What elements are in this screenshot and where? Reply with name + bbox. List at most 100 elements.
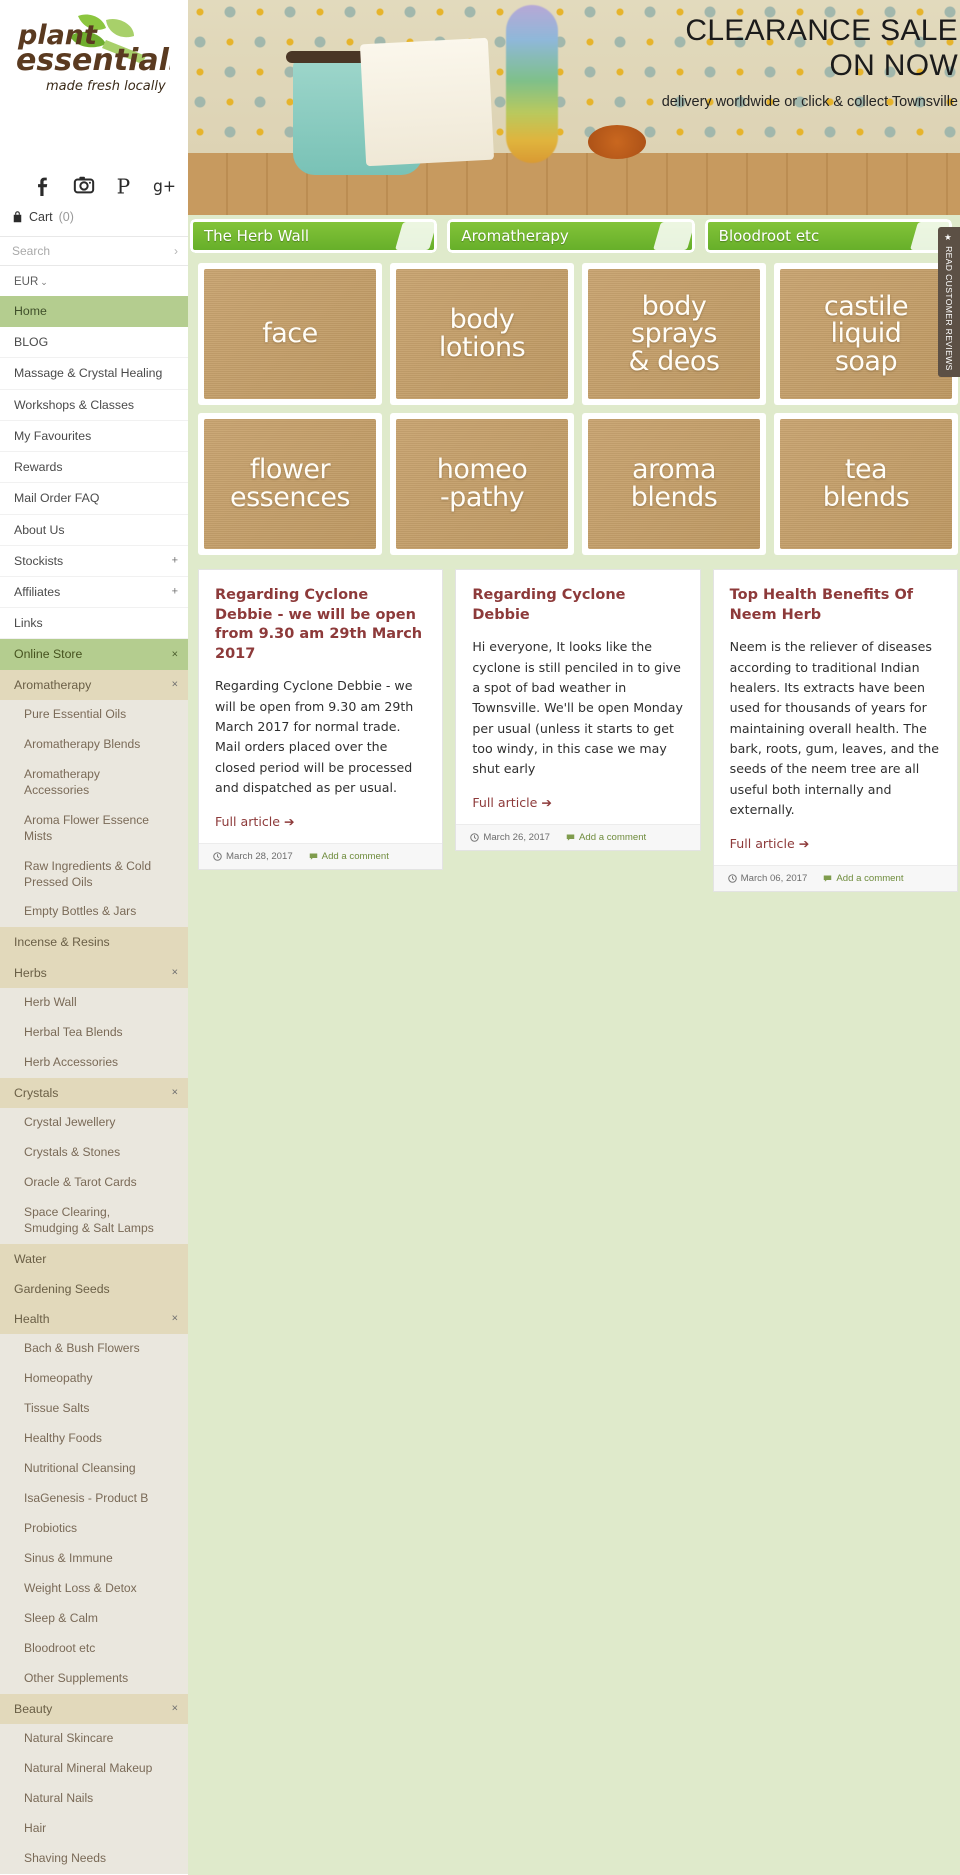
add-comment-link[interactable]: Add a comment	[309, 851, 389, 862]
sidebar-item-empty-bottles-jars[interactable]: Empty Bottles & Jars	[0, 897, 188, 928]
blog-post-title[interactable]: Top Health Benefits Of Neem Herb	[730, 586, 941, 625]
blog-post-excerpt: Regarding Cyclone Debbie - we will be op…	[215, 678, 414, 796]
tab-aromatherapy[interactable]: Aromatherapy	[447, 219, 695, 253]
sidebar-item-about-us[interactable]: About Us	[0, 514, 188, 546]
currency-selector[interactable]: EUR ⌄	[0, 266, 188, 296]
category-tile[interactable]: tea blends	[774, 413, 958, 555]
sidebar-item-links[interactable]: Links	[0, 608, 188, 640]
blog-post-title[interactable]: Regarding Cyclone Debbie	[472, 586, 683, 625]
search-bar[interactable]: ›	[0, 236, 188, 266]
sidebar-item-workshops-classes[interactable]: Workshops & Classes	[0, 389, 188, 421]
read-customer-reviews-tab[interactable]: ★ READ CUSTOMER REVIEWS	[938, 227, 960, 377]
sidebar-item-my-favourites[interactable]: My Favourites	[0, 420, 188, 453]
collapse-icon[interactable]: ×	[172, 1312, 178, 1327]
full-article-link[interactable]: Full article ➔	[215, 814, 295, 829]
sidebar-item-beauty[interactable]: Beauty ×	[0, 1693, 188, 1725]
sidebar-item-label: Healthy Foods	[24, 1431, 102, 1446]
sidebar-item-blog[interactable]: BLOG	[0, 327, 188, 359]
add-comment-link[interactable]: Add a comment	[566, 832, 646, 843]
expand-icon[interactable]: +	[172, 554, 178, 569]
sidebar-item-online-store[interactable]: Online Store ×	[0, 639, 188, 670]
sidebar-item-tissue-salts[interactable]: Tissue Salts	[0, 1394, 188, 1425]
blog-post-title[interactable]: Regarding Cyclone Debbie - we will be op…	[215, 586, 426, 664]
sidebar-item-sinus-immune[interactable]: Sinus & Immune	[0, 1544, 188, 1574]
sidebar-item-water[interactable]: Water	[0, 1243, 188, 1274]
sidebar-item-crystal-jewellery[interactable]: Crystal Jewellery	[0, 1107, 188, 1138]
sidebar-item-aromatherapy-accessories[interactable]: Aromatherapy Accessories	[0, 759, 188, 806]
page-layout: plant essentials made fresh locally P g+	[0, 0, 960, 1875]
sidebar-item-health[interactable]: Health ×	[0, 1304, 188, 1335]
add-comment-link[interactable]: Add a comment	[823, 873, 904, 884]
sidebar-item-crystals-stones[interactable]: Crystals & Stones	[0, 1137, 188, 1168]
sidebar-item-herb-wall[interactable]: Herb Wall	[0, 987, 188, 1018]
hero-banner[interactable]: CLEARANCE SALE ON NOW delivery worldwide…	[188, 0, 960, 215]
sidebar-item-bloodroot-etc[interactable]: Bloodroot etc	[0, 1633, 188, 1664]
cart-link[interactable]: Cart (0)	[0, 206, 188, 236]
instagram-icon[interactable]	[73, 174, 95, 196]
category-tile[interactable]: body sprays & deos	[582, 263, 766, 405]
sidebar-item-hair[interactable]: Hair	[0, 1813, 188, 1844]
collapse-icon[interactable]: ×	[172, 965, 178, 980]
sidebar-item-natural-nails[interactable]: Natural Nails	[0, 1783, 188, 1814]
sidebar-item-natural-skincare[interactable]: Natural Skincare	[0, 1724, 188, 1754]
tab-bloodroot-etc[interactable]: Bloodroot etc	[704, 219, 952, 253]
facebook-icon[interactable]	[33, 174, 55, 196]
collapse-icon[interactable]: ×	[172, 647, 178, 662]
category-tile[interactable]: aroma blends	[582, 413, 766, 555]
sidebar-item-sleep-calm[interactable]: Sleep & Calm	[0, 1603, 188, 1634]
sidebar-item-shaving-needs[interactable]: Shaving Needs	[0, 1843, 188, 1874]
sidebar-item-aromatherapy-blends[interactable]: Aromatherapy Blends	[0, 729, 188, 760]
collapse-icon[interactable]: ×	[172, 677, 178, 692]
sidebar-item-gardening-seeds[interactable]: Gardening Seeds	[0, 1273, 188, 1305]
category-tile[interactable]: face	[198, 263, 382, 405]
blog-post-card[interactable]: Regarding Cyclone Debbie - we will be op…	[198, 569, 444, 870]
collapse-icon[interactable]: ×	[172, 1702, 178, 1717]
pinterest-icon[interactable]: P	[113, 174, 135, 196]
sidebar-item-raw-ingredients-cold-pressed-oils[interactable]: Raw Ingredients & Cold Pressed Oils	[0, 851, 188, 898]
sidebar-item-pure-essential-oils[interactable]: Pure Essential Oils	[0, 699, 188, 730]
sidebar-item-isagenesis-product-b[interactable]: IsaGenesis - Product B	[0, 1484, 188, 1515]
blog-post-footer: March 28, 2017 Add a comment	[199, 842, 443, 869]
sidebar-item-mail-order-faq[interactable]: Mail Order FAQ	[0, 483, 188, 515]
full-article-link[interactable]: Full article ➔	[472, 795, 552, 810]
sidebar-item-herb-accessories[interactable]: Herb Accessories	[0, 1047, 188, 1078]
collapse-icon[interactable]: ×	[172, 1086, 178, 1101]
sidebar-item-probiotics[interactable]: Probiotics	[0, 1514, 188, 1545]
category-tile[interactable]: castile liquid soap	[774, 263, 958, 405]
blog-post-date-label: March 06, 2017	[740, 872, 808, 884]
sidebar-item-rewards[interactable]: Rewards	[0, 452, 188, 484]
sidebar-item-other-supplements[interactable]: Other Supplements	[0, 1663, 188, 1694]
sidebar-item-homeopathy[interactable]: Homeopathy	[0, 1364, 188, 1395]
sidebar-item-bach-bush-flowers[interactable]: Bach & Bush Flowers	[0, 1334, 188, 1365]
sidebar-item-weight-loss-detox[interactable]: Weight Loss & Detox	[0, 1573, 188, 1604]
search-input[interactable]	[12, 244, 162, 258]
expand-icon[interactable]: +	[172, 585, 178, 600]
search-submit-icon[interactable]: ›	[174, 244, 178, 258]
sidebar-item-affiliates[interactable]: Affiliates +	[0, 576, 188, 609]
googleplus-icon[interactable]: g+	[153, 174, 175, 196]
sidebar-item-healthy-foods[interactable]: Healthy Foods	[0, 1424, 188, 1455]
sidebar-item-natural-mineral-makeup[interactable]: Natural Mineral Makeup	[0, 1753, 188, 1784]
blog-post-card[interactable]: Top Health Benefits Of Neem Herb Neem is …	[712, 569, 958, 892]
sidebar-item-label: Aromatherapy Accessories	[24, 766, 100, 797]
add-comment-label: Add a comment	[579, 831, 647, 843]
site-logo[interactable]: plant essentials made fresh locally	[0, 0, 188, 160]
tab-the-herb-wall[interactable]: The Herb Wall	[190, 219, 438, 253]
sidebar-item-incense-resins[interactable]: Incense & Resins	[0, 927, 188, 958]
sidebar-item-nutritional-cleansing[interactable]: Nutritional Cleansing	[0, 1454, 188, 1485]
sidebar-item-crystals[interactable]: Crystals ×	[0, 1077, 188, 1108]
category-tile[interactable]: flower essences	[198, 413, 382, 555]
blog-post-card[interactable]: Regarding Cyclone Debbie Hi everyone, It …	[455, 569, 701, 851]
category-tile[interactable]: body lotions	[390, 263, 574, 405]
sidebar-item-space-clearing-smudging-salt-lamps[interactable]: Space Clearing, Smudging & Salt Lamps	[0, 1197, 188, 1244]
sidebar-item-herbal-tea-blends[interactable]: Herbal Tea Blends	[0, 1017, 188, 1048]
sidebar-item-massage-crystal-healing[interactable]: Massage & Crystal Healing	[0, 358, 188, 390]
full-article-link[interactable]: Full article ➔	[730, 836, 810, 851]
sidebar-item-stockists[interactable]: Stockists +	[0, 545, 188, 577]
category-tile[interactable]: homeo -pathy	[390, 413, 574, 555]
sidebar-item-aroma-flower-essence-mists[interactable]: Aroma Flower Essence Mists	[0, 805, 188, 852]
sidebar-item-oracle-tarot-cards[interactable]: Oracle & Tarot Cards	[0, 1167, 188, 1198]
sidebar-item-aromatherapy[interactable]: Aromatherapy ×	[0, 669, 188, 700]
sidebar-item-home[interactable]: Home	[0, 296, 188, 328]
sidebar-item-herbs[interactable]: Herbs ×	[0, 957, 188, 988]
